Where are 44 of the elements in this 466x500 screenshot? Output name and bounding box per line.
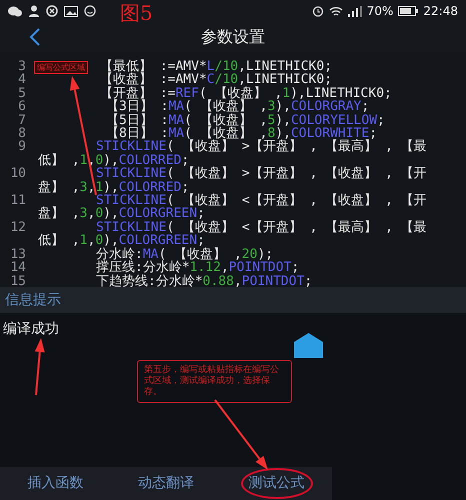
bottom-tab[interactable]: 动态翻译 bbox=[130, 468, 202, 499]
code-editor[interactable] bbox=[0, 52, 466, 287]
figure-label: 图5 bbox=[120, 2, 153, 24]
line-number: 4 bbox=[17, 73, 26, 87]
signal-icon bbox=[348, 6, 362, 16]
code-line: 撑压线:分水岭*1.12,POINTDOT; bbox=[96, 260, 300, 276]
line-number: 3 bbox=[17, 60, 26, 74]
pentagon-icon[interactable] bbox=[294, 333, 323, 358]
battery-icon bbox=[398, 6, 418, 16]
arrow bbox=[34, 338, 45, 396]
person-icon bbox=[28, 5, 40, 17]
bottom-tab[interactable]: 插入函数 bbox=[19, 468, 92, 499]
line-number: 14 bbox=[9, 261, 26, 274]
line-number: 12 bbox=[9, 220, 26, 237]
page-title: 参数设置 bbox=[201, 26, 265, 48]
code-line: STICKLINE( 【收盘】 <【开盘】 , 【最高】 , 【最低】 ,1,0),COLORGREEN; bbox=[38, 220, 427, 248]
line-number: 10 bbox=[9, 167, 26, 184]
battery-percent: 70% bbox=[366, 3, 394, 20]
wifi-icon bbox=[328, 6, 343, 16]
arrow bbox=[214, 399, 268, 470]
image-icon bbox=[64, 6, 78, 16]
chat-icon bbox=[8, 6, 22, 16]
smiley-icon bbox=[84, 5, 96, 17]
compile-message: 编译成功 bbox=[3, 320, 59, 339]
line-number: 6 bbox=[17, 100, 26, 114]
clock: 22:48 bbox=[423, 3, 458, 20]
line-number: 7 bbox=[17, 114, 26, 128]
code-line: 【3日】 :MA( 【收盘】 ,3),COLORGRAY; bbox=[106, 99, 370, 114]
line-number: 9 bbox=[17, 140, 26, 156]
line-number: 5 bbox=[17, 86, 26, 100]
code-line: 【收盘】 :=AMV*C/10,LINETHICK0; bbox=[100, 72, 332, 88]
code-line: 下趋势线:分水岭*0.88,POINTDOT; bbox=[96, 274, 312, 287]
line-number: 8 bbox=[17, 127, 26, 140]
alarm-icon bbox=[312, 5, 324, 17]
back-icon bbox=[29, 28, 41, 46]
circle-x-icon bbox=[46, 5, 58, 17]
line-number: 13 bbox=[9, 248, 26, 262]
bottom-tab[interactable]: 测试公式 bbox=[240, 468, 313, 499]
code-line: STICKLINE( 【收盘】 <【开盘】 , 【收盘】 , 【开盘】 ,3,0),COLORGREEN; bbox=[38, 193, 427, 222]
info-title: 信息提示 bbox=[5, 290, 61, 310]
annotation-note: 第五步，编写或粘贴指标在编写公式区域，测试编译成功，选择保存。 bbox=[137, 360, 292, 403]
area-label: 编写公式区域 bbox=[34, 61, 88, 74]
line-number: 15 bbox=[9, 274, 26, 287]
line-number: 11 bbox=[9, 194, 26, 210]
